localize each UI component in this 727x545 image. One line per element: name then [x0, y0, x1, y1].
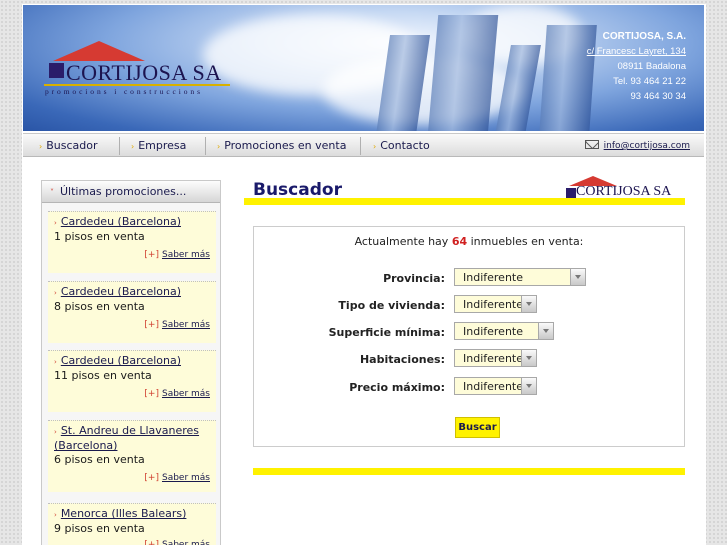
nav-divider: [360, 137, 361, 155]
bullet-arrow-icon: ›: [54, 428, 57, 436]
field-label: Superficie mínima:: [328, 326, 445, 339]
sidebar-latest-promotions: ˅ Últimas promociones... › Cardedeu (Barce…: [41, 180, 221, 545]
saber-mas-link[interactable]: [+] Saber más: [54, 387, 210, 401]
field-tipo-vivienda: Tipo de vivienda: Indiferente: [254, 295, 684, 315]
search-button[interactable]: Buscar: [455, 417, 500, 438]
envelope-icon: [584, 140, 599, 149]
promo-item: › Cardedeu (Barcelona) 11 pisos en venta …: [48, 350, 216, 412]
header-banner: CORTIJOSA SA promocions i construccions …: [23, 5, 704, 131]
logo-square-icon: [49, 63, 64, 78]
company-name: CORTIJOSA, S.A.: [602, 31, 686, 42]
field-label: Precio máximo:: [349, 381, 445, 394]
nav-divider: [119, 137, 120, 155]
brand-logo[interactable]: CORTIJOSA SA promocions i construccions: [43, 41, 233, 103]
logo-underline: [44, 84, 230, 86]
field-label: Tipo de vivienda:: [338, 299, 445, 312]
superficie-select[interactable]: Indiferente: [454, 322, 554, 340]
field-superficie: Superficie mínima: Indiferente: [254, 322, 684, 342]
promo-count: 8 pisos en venta: [54, 300, 145, 313]
company-fax: 93 464 30 34: [630, 91, 686, 102]
promo-title-link[interactable]: › Cardedeu (Barcelona): [54, 285, 210, 300]
bullet-arrow-icon: ›: [54, 289, 57, 297]
promo-count: 9 pisos en venta: [54, 522, 145, 535]
listing-count: 64: [451, 235, 468, 248]
bullet-arrow-icon: ›: [54, 358, 57, 366]
small-brand-name: CORTIJOSA SA: [576, 184, 672, 199]
nav-arrow-icon: ›: [217, 142, 221, 151]
header-arrow-icon: ˅: [50, 188, 54, 197]
promo-item: › Menorca (Illes Balears) 9 pisos en vent…: [48, 503, 216, 545]
field-label: Habitaciones:: [359, 353, 445, 366]
promo-item: › Cardedeu (Barcelona) 8 pisos en venta […: [48, 281, 216, 343]
bullet-arrow-icon: ›: [54, 219, 57, 227]
search-form: Actualmente hay 64 inmuebles en venta: P…: [253, 226, 685, 447]
chevron-down-icon: [521, 378, 536, 394]
promo-title-link[interactable]: › Cardedeu (Barcelona): [54, 354, 210, 369]
nav-arrow-icon: ›: [39, 142, 43, 151]
nav-item-contacto[interactable]: › Contacto: [373, 139, 430, 152]
saber-mas-link[interactable]: [+] Saber más: [54, 471, 210, 485]
listing-count-text: Actualmente hay 64 inmuebles en venta:: [354, 235, 584, 248]
promo-count: 1 pisos en venta: [54, 230, 145, 243]
logo-square-icon: [566, 188, 576, 198]
page-title: Buscador: [253, 180, 342, 200]
field-label: Provincia:: [383, 272, 445, 285]
small-brand-logo: CORTIJOSA SA: [563, 176, 693, 204]
promo-title-link[interactable]: › Cardedeu (Barcelona): [54, 215, 210, 230]
nav-item-empresa[interactable]: › Empresa: [131, 139, 186, 152]
company-city: 08911 Badalona: [617, 61, 687, 72]
nav-arrow-icon: ›: [131, 142, 135, 151]
company-phone: Tel. 93 464 21 22: [613, 76, 686, 87]
main-nav: › Buscador › Empresa › Promociones en venta…: [23, 133, 704, 157]
nav-divider: [205, 137, 206, 155]
bullet-arrow-icon: ›: [54, 511, 57, 519]
saber-mas-link[interactable]: [+] Saber más: [54, 538, 210, 545]
promo-title-link[interactable]: › Menorca (Illes Balears): [54, 507, 210, 522]
company-address-link[interactable]: c/ Francesc Layret, 134: [587, 46, 686, 57]
nav-arrow-icon: ›: [373, 142, 377, 151]
nav-item-promociones[interactable]: › Promociones en venta: [217, 139, 346, 152]
field-precio: Precio máximo: Indiferente: [254, 377, 684, 397]
field-provincia: Provincia: Indiferente: [254, 268, 684, 288]
precio-select[interactable]: Indiferente: [454, 377, 537, 395]
promo-count: 6 pisos en venta: [54, 453, 145, 466]
chevron-down-icon: [570, 269, 585, 285]
promo-item: › Cardedeu (Barcelona) 1 pisos en venta […: [48, 211, 216, 273]
tipo-vivienda-select[interactable]: Indiferente: [454, 295, 537, 313]
company-info: CORTIJOSA, S.A. c/ Francesc Layret, 134 …: [587, 29, 686, 104]
saber-mas-link[interactable]: [+] Saber más: [54, 248, 210, 262]
saber-mas-link[interactable]: [+] Saber más: [54, 318, 210, 332]
field-habitaciones: Habitaciones: Indiferente: [254, 349, 684, 369]
bottom-yellow-bar: [253, 468, 685, 475]
promo-title-link[interactable]: › St. Andreu de Llavaneres (Barcelona): [54, 424, 210, 453]
brand-tagline: promocions i construccions: [45, 87, 203, 96]
brand-name: CORTIJOSA SA: [66, 60, 222, 85]
email-link[interactable]: info@cortijosa.com: [584, 140, 690, 151]
chevron-down-icon: [521, 350, 536, 366]
promo-count: 11 pisos en venta: [54, 369, 152, 382]
search-section: Buscador CORTIJOSA SA Actualmente hay 64…: [244, 176, 685, 545]
chevron-down-icon: [538, 323, 553, 339]
nav-item-buscador[interactable]: › Buscador: [39, 139, 97, 152]
habitaciones-select[interactable]: Indiferente: [454, 349, 537, 367]
chevron-down-icon: [521, 296, 536, 312]
promo-item: › St. Andreu de Llavaneres (Barcelona) 6 …: [48, 420, 216, 492]
page: CORTIJOSA SA promocions i construccions …: [22, 4, 706, 545]
sidebar-header: ˅ Últimas promociones...: [42, 181, 220, 203]
logo-roof-icon: [53, 41, 145, 61]
provincia-select[interactable]: Indiferente: [454, 268, 586, 286]
